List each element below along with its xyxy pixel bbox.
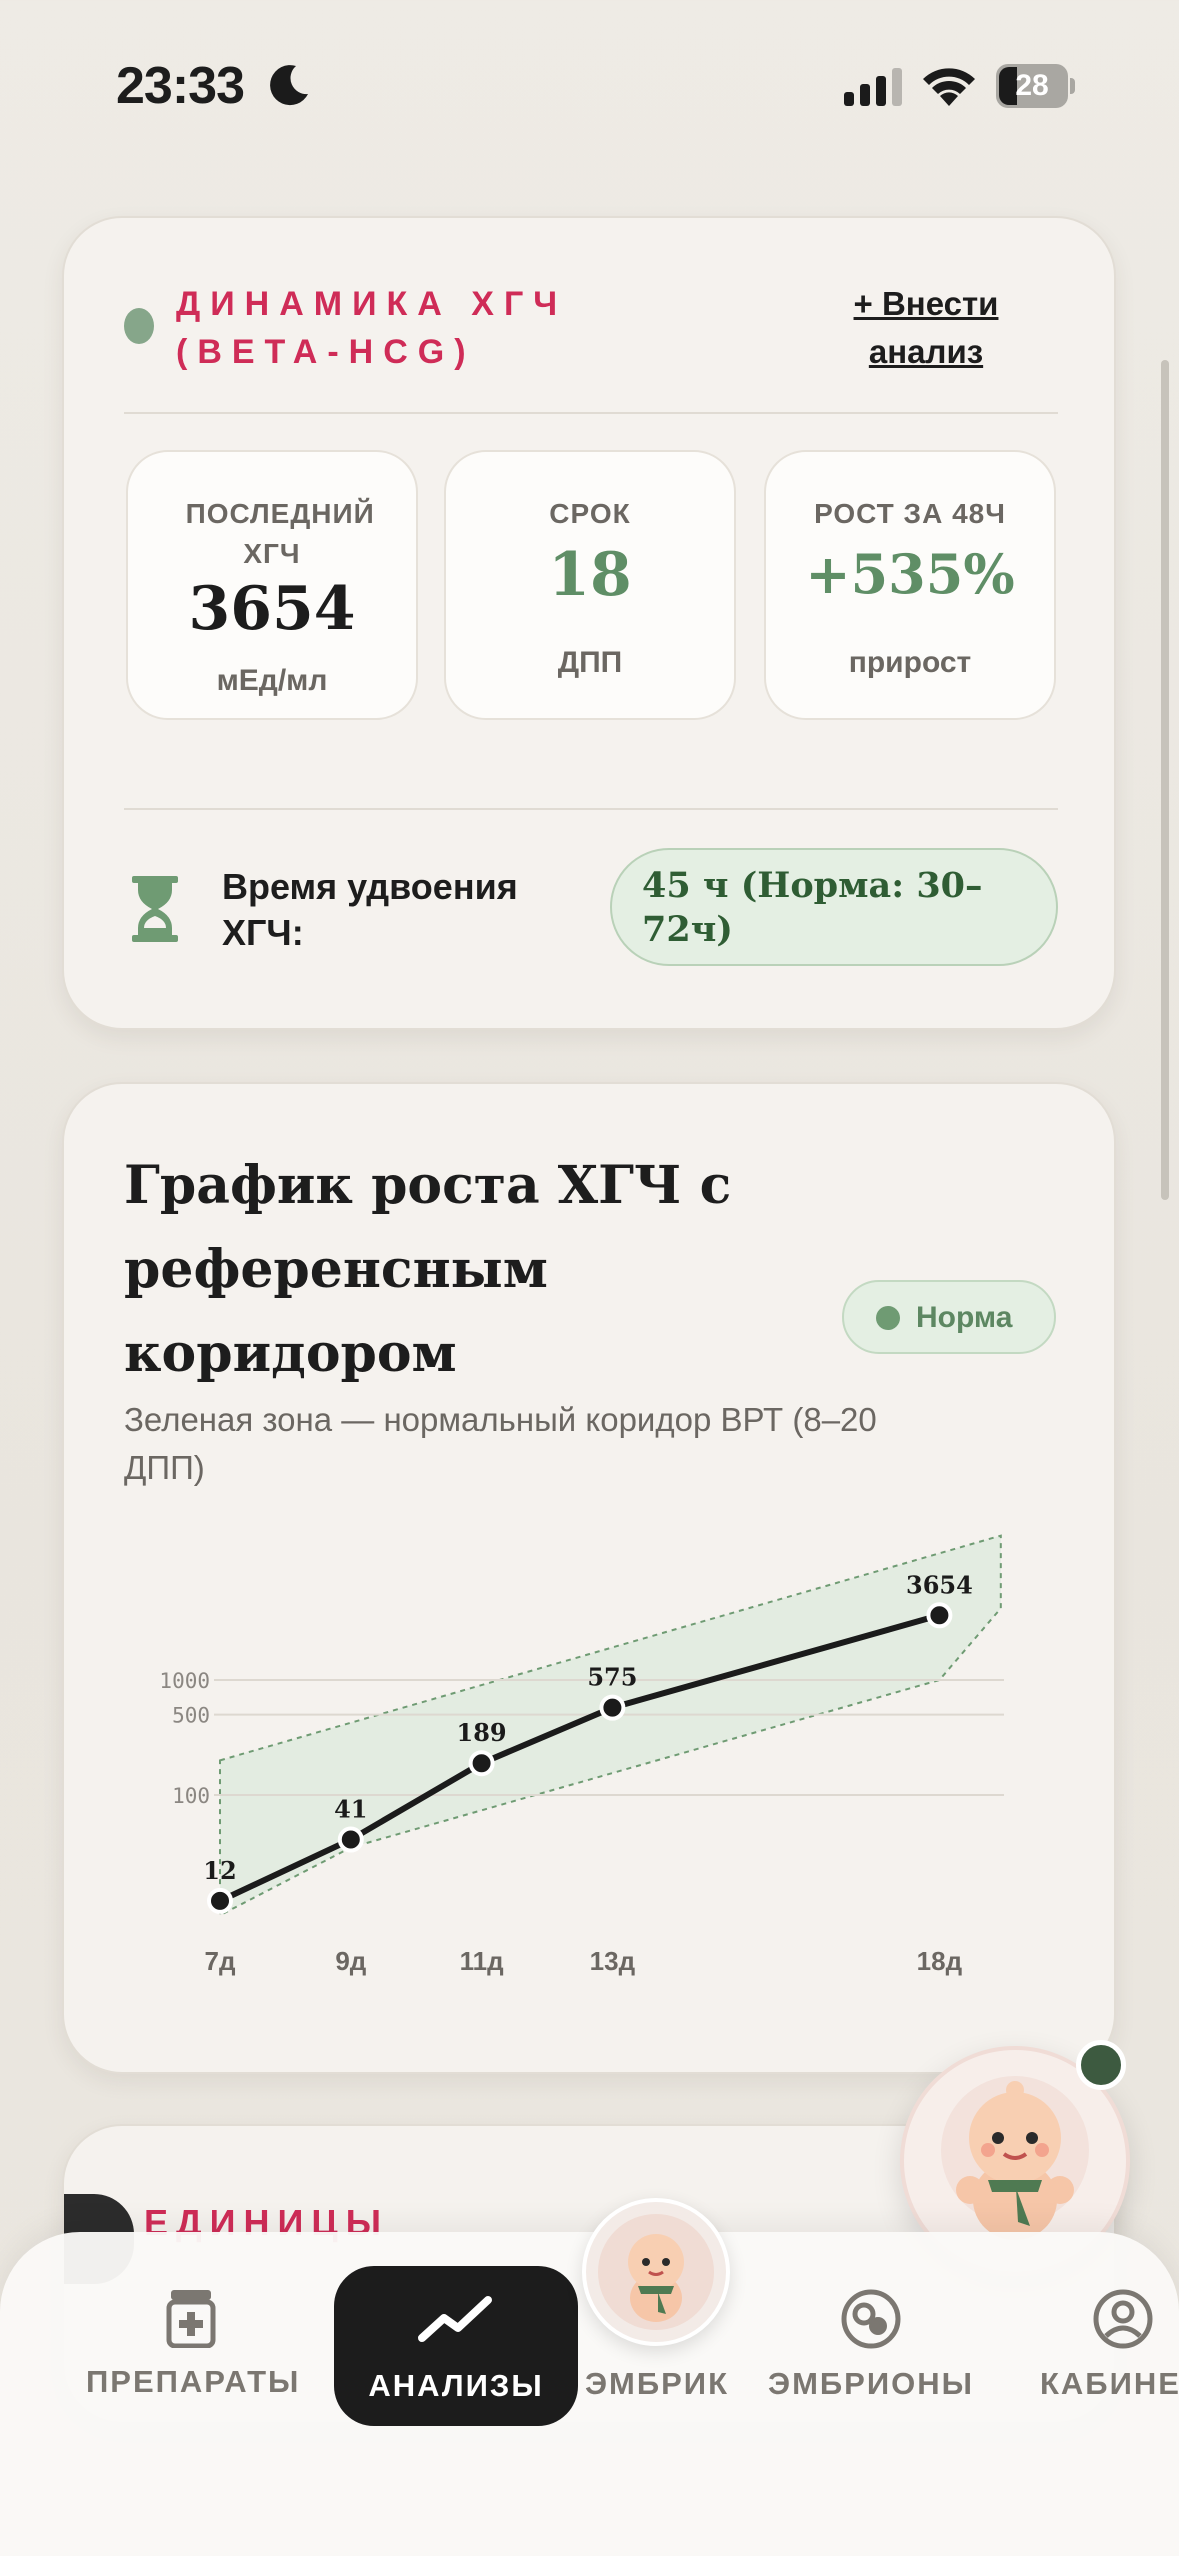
stat-value: 3654 [188, 574, 356, 644]
hourglass-icon [132, 876, 178, 942]
stat-unit: мЕд/мл [216, 664, 328, 697]
data-label: 575 [587, 1663, 637, 1692]
stat-growth-48h: РОСТ ЗА 48Ч +535% прирост [764, 450, 1056, 720]
x-tick-label: 11д [460, 1946, 504, 1976]
stat-term: СРОК 18 ДПП [444, 450, 736, 720]
trend-chart-icon [418, 2296, 492, 2342]
hcg-chart-card: График роста ХГЧ с референсным коридором… [62, 1082, 1116, 2074]
doubling-time-label: Время удвоения ХГЧ: [222, 866, 518, 953]
data-label: 3654 [906, 1570, 973, 1599]
tab-label: КАБИНЕТ [1040, 2366, 1179, 2401]
y-tick-label: 1000 [159, 1669, 210, 1693]
y-tick-label: 100 [172, 1784, 210, 1808]
notification-dot [1076, 2040, 1126, 2090]
x-tick-label: 7д [205, 1946, 236, 1976]
reference-corridor-band [219, 1534, 1002, 1917]
user-icon [1093, 2289, 1153, 2349]
data-point [926, 1602, 953, 1629]
y-tick-label: 500 [172, 1704, 210, 1728]
hcg-growth-chart: 100 500 1000 12 7д 41 9д 189 11д 575 13д 3654 18д [159, 1534, 1004, 1976]
tab-embrik[interactable]: ЭМБРИК [572, 2366, 742, 2402]
battery-level: 28 [1015, 69, 1049, 102]
data-point [468, 1750, 495, 1777]
hcg-dynamics-card: ДИНАМИКА ХГЧ (BETA-HCG) + Внести анализ … [62, 216, 1116, 1030]
status-time: 23:33 [116, 57, 245, 115]
scrollbar[interactable] [1161, 360, 1169, 1200]
x-tick-label: 9д [335, 1946, 366, 1976]
stat-label: ПОСЛЕДНИЙ ХГЧ [185, 498, 375, 569]
x-tick-label: 13д [590, 1946, 636, 1976]
tab-label: ЭМБРИОНЫ [768, 2366, 974, 2401]
status-bar: 23:33 28 [0, 0, 1179, 170]
baby-mascot-icon [598, 2214, 714, 2330]
tab-label: ЭМБРИК [584, 2366, 730, 2401]
cellular-signal-icon [844, 68, 902, 106]
stat-last-hcg: ПОСЛЕДНИЙ ХГЧ 3654 мЕд/мл [126, 450, 418, 720]
tab-analizy[interactable]: АНАЛИЗЫ [334, 2266, 578, 2426]
x-tick-label: 18д [917, 1946, 963, 1976]
stat-label: СРОК [549, 498, 631, 529]
tab-label: АНАЛИЗЫ [368, 2368, 544, 2403]
divider [124, 808, 1058, 810]
divider [124, 412, 1058, 414]
stat-unit: прирост [848, 646, 972, 679]
stat-unit: ДПП [557, 646, 623, 679]
hcg-section-title: ДИНАМИКА ХГЧ (BETA-HCG) [176, 285, 568, 371]
stat-label: РОСТ ЗА 48Ч [814, 498, 1006, 529]
tab-kabinet[interactable]: КАБИНЕТ [1040, 2288, 1179, 2402]
tab-embriony[interactable]: ЭМБРИОНЫ [760, 2288, 982, 2402]
stat-value: +535% [805, 542, 1015, 606]
moon-icon [270, 65, 308, 106]
embryo-icon [841, 2289, 901, 2349]
wifi-icon [923, 68, 975, 106]
tab-embrik-button[interactable] [582, 2198, 730, 2346]
section-dot-icon [124, 308, 154, 344]
data-label: 41 [334, 1795, 367, 1824]
add-analysis-link[interactable]: + Внести анализ [806, 280, 1046, 376]
battery-icon: 28 [996, 64, 1076, 108]
tab-preparaty[interactable]: ПРЕПАРАТЫ [86, 2288, 301, 2400]
data-point [337, 1826, 364, 1853]
doubling-time-value: 45 ч (Норма: 30–72ч) [610, 848, 1058, 966]
tab-label: ПРЕПАРАТЫ [86, 2364, 301, 2399]
data-label: 189 [457, 1718, 507, 1747]
stat-value: 18 [548, 540, 632, 610]
data-label: 12 [203, 1856, 236, 1885]
pill-bottle-icon [166, 2290, 216, 2348]
data-point [207, 1887, 233, 1914]
data-point [599, 1694, 626, 1721]
